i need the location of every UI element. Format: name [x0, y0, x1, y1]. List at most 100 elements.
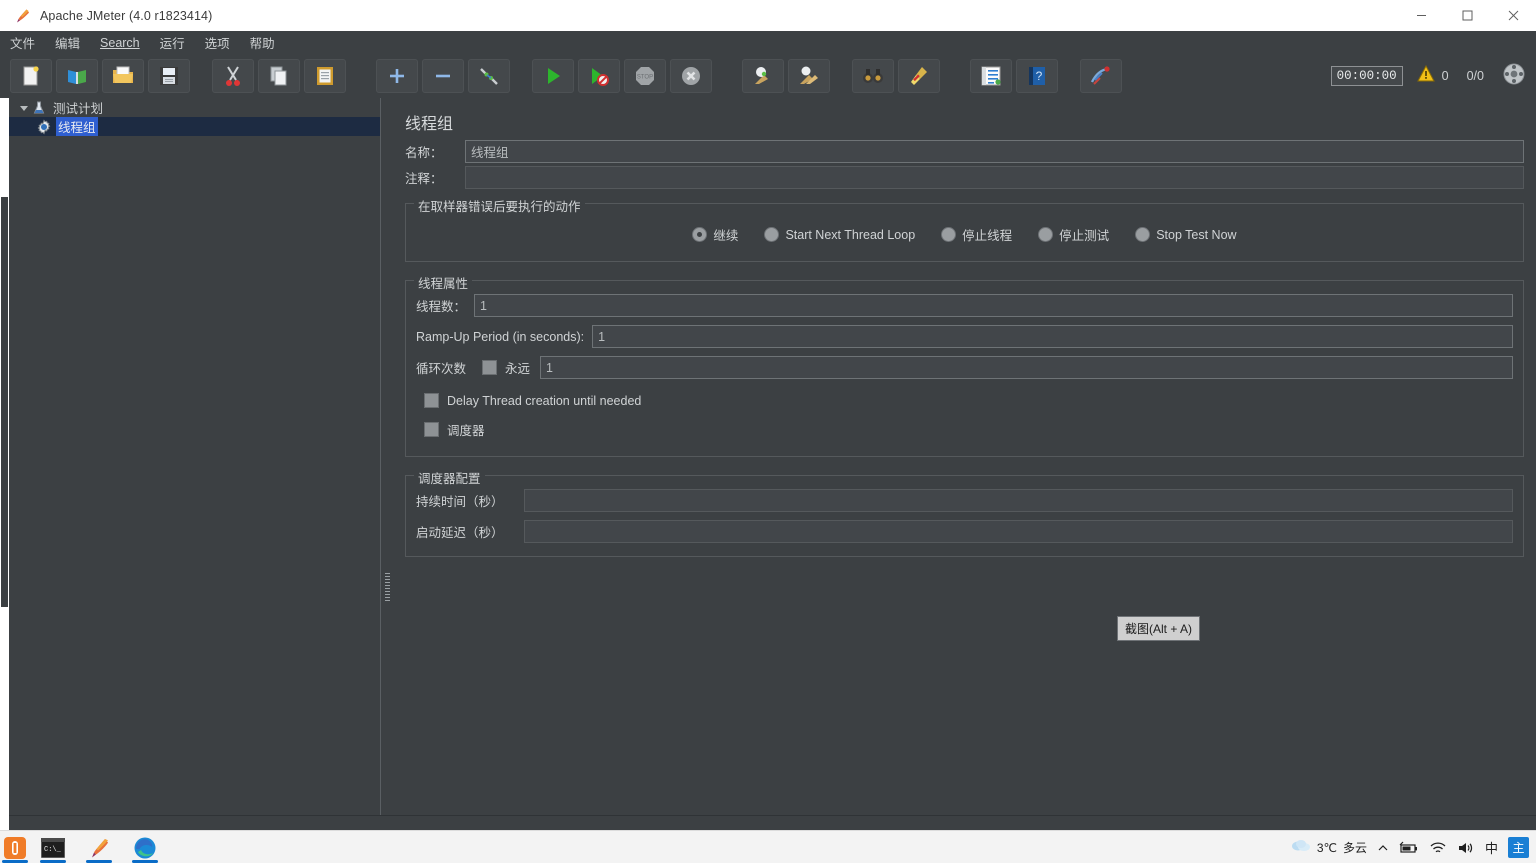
name-label: 名称：	[405, 146, 443, 160]
loop-count-input[interactable]: 1	[540, 356, 1513, 379]
radio-stop-thread-indicator[interactable]	[941, 227, 957, 242]
ramp-up-input[interactable]: 1	[592, 325, 1513, 348]
menu-bar: 文件 编辑 Search 运行 选项 帮助	[0, 31, 1536, 55]
delay-thread-row[interactable]: Delay Thread creation until needed	[416, 387, 1513, 414]
toolbar-copy[interactable]	[258, 59, 300, 93]
menu-edit[interactable]: 编辑	[46, 31, 89, 54]
tree-node-test-plan-label: 测试计划	[53, 102, 104, 116]
menu-file[interactable]: 文件	[1, 31, 44, 54]
toolbar-start-no-pauses[interactable]	[578, 59, 620, 93]
radio-stop-test-indicator[interactable]	[1038, 227, 1054, 242]
radio-start-next-thread-loop-indicator[interactable]	[764, 227, 780, 242]
scheduler-label: 调度器	[447, 424, 485, 438]
scheduler-checkbox[interactable]	[424, 422, 439, 437]
ime-app-label: 主	[1508, 837, 1529, 858]
toolbar-expand-all[interactable]	[376, 59, 418, 93]
duration-label: 持续时间（秒）	[416, 495, 504, 509]
menu-help[interactable]: 帮助	[241, 31, 284, 54]
toolbar-cut[interactable]	[212, 59, 254, 93]
show-hidden-icons-button[interactable]	[1372, 831, 1394, 863]
title-bar: Apache JMeter (4.0 r1823414)	[0, 0, 1536, 32]
toolbar-help[interactable]: ?	[1016, 59, 1058, 93]
comment-label: 注释：	[405, 172, 443, 186]
thread-group-form: 名称： 线程组 注释： 在取样器错误后要执行的动作 继续 Start Next …	[405, 140, 1524, 557]
radio-start-next-thread-loop[interactable]: Start Next Thread Loop	[764, 227, 915, 242]
warning-count: 0	[1441, 69, 1449, 83]
toolbar-templates[interactable]	[56, 59, 98, 93]
toolbar-shutdown[interactable]	[670, 59, 712, 93]
toolbar: STOP ? 00:00:00 0 0/0	[0, 54, 1536, 99]
taskbar-terminal[interactable]: C:\_	[30, 831, 76, 863]
window-controls	[1398, 0, 1536, 31]
toolbar-clear-all[interactable]	[788, 59, 830, 93]
num-threads-input[interactable]: 1	[474, 294, 1513, 317]
remote-engines-icon[interactable]	[1502, 62, 1526, 91]
radio-stop-test-label: 停止测试	[1059, 229, 1110, 243]
battery-icon[interactable]	[1394, 831, 1424, 863]
duration-input[interactable]	[524, 489, 1513, 512]
toolbar-function-helper[interactable]	[970, 59, 1012, 93]
work-area: 测试计划 线程组 线程组 名称： 线程组 注释： 在取样器错误后要执行的动作 继…	[0, 98, 1536, 815]
jmeter-feather-icon	[14, 8, 30, 24]
volume-icon[interactable]	[1452, 831, 1480, 863]
toolbar-start[interactable]	[532, 59, 574, 93]
taskbar-jmeter[interactable]	[76, 831, 122, 863]
radio-continue-indicator[interactable]	[692, 227, 708, 242]
ramp-up-label: Ramp-Up Period (in seconds):	[416, 329, 585, 344]
weather-temperature: 3℃	[1316, 840, 1337, 855]
toolbar-open[interactable]	[102, 59, 144, 93]
toolbar-collapse-all[interactable]	[422, 59, 464, 93]
delay-thread-checkbox[interactable]	[424, 393, 439, 408]
sampler-error-action-group: 在取样器错误后要执行的动作 继续 Start Next Thread Loop	[405, 196, 1524, 262]
comment-row: 注释：	[405, 166, 1524, 189]
page-title: 线程组	[405, 116, 454, 133]
toolbar-toggle[interactable]	[468, 59, 510, 93]
toolbar-extra[interactable]	[1080, 59, 1122, 93]
toolbar-stop[interactable]: STOP	[624, 59, 666, 93]
thread-properties-group: 线程属性 线程数： 1 Ramp-Up Period (in seconds):…	[405, 273, 1524, 457]
radio-continue-label: 继续	[713, 229, 739, 243]
menu-search[interactable]: Search	[91, 34, 149, 52]
toolbar-paste[interactable]	[304, 59, 346, 93]
comment-input[interactable]	[465, 166, 1524, 189]
minimize-button[interactable]	[1398, 0, 1444, 31]
toolbar-search[interactable]	[852, 59, 894, 93]
radio-start-next-thread-loop-label: Start Next Thread Loop	[785, 227, 916, 242]
name-input[interactable]: 线程组	[465, 140, 1524, 163]
forever-checkbox[interactable]	[482, 360, 498, 375]
radio-stop-test-now-indicator[interactable]	[1135, 227, 1151, 242]
ime-app-icon[interactable]: 主	[1503, 831, 1534, 863]
close-button[interactable]	[1490, 0, 1536, 31]
radio-stop-thread[interactable]: 停止线程	[941, 225, 1012, 244]
weather-widget[interactable]: 3℃ 多云	[1286, 831, 1372, 863]
toolbar-new[interactable]	[10, 59, 52, 93]
taskbar-edge[interactable]	[122, 831, 168, 863]
radio-continue[interactable]: 继续	[692, 225, 738, 244]
left-scrollbar-thumb[interactable]	[1, 197, 8, 607]
ime-indicator[interactable]: 中	[1480, 831, 1503, 863]
radio-stop-test-now[interactable]: Stop Test Now	[1135, 227, 1237, 242]
scheduler-config-group: 调度器配置 持续时间（秒） 启动延迟（秒）	[405, 468, 1524, 557]
scheduler-config-legend: 调度器配置	[414, 468, 485, 487]
startup-delay-input[interactable]	[524, 520, 1513, 543]
splitter-grip[interactable]	[385, 573, 390, 601]
warning-triangle-icon[interactable]	[1416, 64, 1435, 87]
radio-stop-test[interactable]: 停止测试	[1038, 225, 1109, 244]
menu-options[interactable]: 选项	[196, 31, 239, 54]
wifi-icon[interactable]	[1424, 831, 1452, 863]
taskbar-app-orange[interactable]	[0, 831, 30, 863]
test-plan-tree[interactable]: 测试计划 线程组	[9, 98, 380, 815]
maximize-button[interactable]	[1444, 0, 1490, 31]
thread-group-gear-icon	[36, 119, 56, 135]
scheduler-row[interactable]: 调度器	[416, 414, 1513, 445]
tree-node-thread-group[interactable]: 线程组	[9, 117, 380, 136]
tree-node-test-plan[interactable]: 测试计划	[9, 98, 380, 117]
radio-stop-thread-label: 停止线程	[962, 229, 1013, 243]
startup-delay-label: 启动延迟（秒）	[416, 526, 504, 540]
left-scrollbar[interactable]	[0, 98, 9, 815]
chevron-down-icon[interactable]	[17, 103, 31, 113]
toolbar-search-reset[interactable]	[898, 59, 940, 93]
menu-run[interactable]: 运行	[151, 31, 194, 54]
toolbar-clear[interactable]	[742, 59, 784, 93]
toolbar-save[interactable]	[148, 59, 190, 93]
